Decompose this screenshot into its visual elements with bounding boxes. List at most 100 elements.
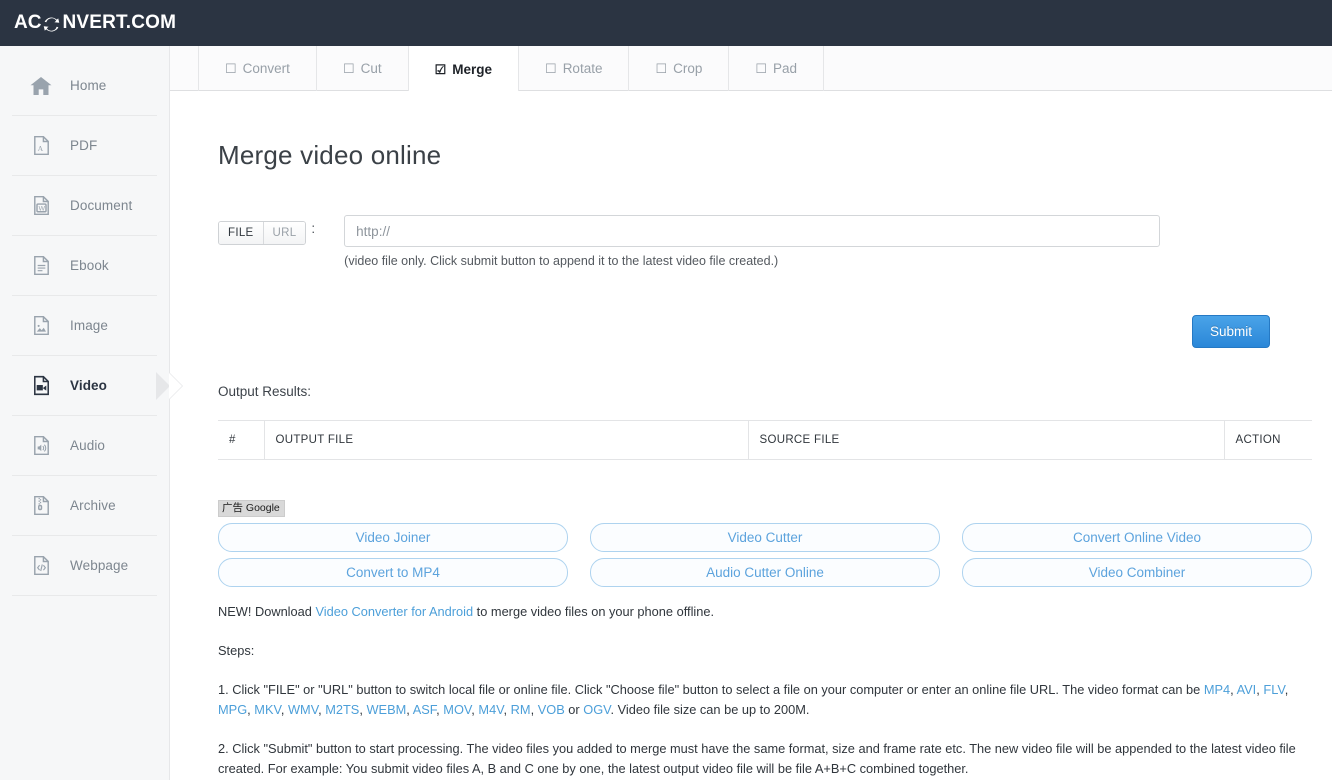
file-toggle-button[interactable]: FILE — [219, 222, 263, 244]
format-link-rm[interactable]: RM — [511, 702, 531, 717]
sidebar-item-document[interactable]: W Document — [12, 176, 157, 236]
tool-tabs-bar: ☐ Convert ☐ Cut ☑ Merge ☐ Rotate ☐ Crop … — [170, 46, 1332, 92]
format-link-mp4[interactable]: MP4 — [1204, 682, 1230, 697]
page-title: Merge video online — [218, 140, 442, 170]
sidebar-label: Archive — [70, 498, 116, 513]
output-results-table: # OUTPUT FILE SOURCE FILE ACTION — [218, 420, 1312, 460]
site-logo[interactable]: AC NVERT.COM — [14, 12, 176, 34]
format-link-flv[interactable]: FLV — [1263, 682, 1284, 697]
sidebar-item-pdf[interactable]: A PDF — [12, 116, 157, 176]
ebook-icon — [28, 253, 54, 279]
source-input-row: FILE URL : (video file only. Click submi… — [218, 215, 1332, 268]
sidebar-item-audio[interactable]: Audio — [12, 416, 157, 476]
ad-link-video-joiner[interactable]: Video Joiner — [218, 523, 568, 553]
format-link-m4v[interactable]: M4V — [478, 702, 503, 717]
tab-convert[interactable]: ☐ Convert — [198, 46, 317, 91]
sidebar-label: Webpage — [70, 558, 129, 573]
column-header-output-file: OUTPUT FILE — [263, 420, 748, 460]
tab-merge[interactable]: ☑ Merge — [408, 46, 520, 92]
format-link-mov[interactable]: MOV — [443, 702, 471, 717]
tool-tabs: ☐ Convert ☐ Cut ☑ Merge ☐ Rotate ☐ Crop … — [170, 46, 1332, 92]
sidebar-item-image[interactable]: Image — [12, 296, 157, 356]
circular-arrows-icon — [42, 15, 61, 34]
format-link-webm[interactable]: WEBM — [366, 702, 406, 717]
video-icon — [28, 373, 54, 399]
colon-separator: : — [311, 221, 316, 236]
step-1: 1. Click "FILE" or "URL" button to switc… — [218, 682, 1289, 718]
format-link-wmv[interactable]: WMV — [288, 702, 318, 717]
main-content: Merge video online FILE URL : (video fil… — [170, 91, 1332, 780]
pdf-file-icon: A — [28, 133, 54, 159]
tab-pad[interactable]: ☐ Pad — [729, 46, 825, 91]
format-link-mkv[interactable]: MKV — [254, 702, 281, 717]
step1-or: or — [564, 702, 584, 718]
sidebar-item-video[interactable]: Video — [12, 356, 182, 416]
sidebar-item-webpage[interactable]: Webpage — [12, 536, 157, 596]
submit-button[interactable]: Submit — [1191, 315, 1270, 348]
tab-crop[interactable]: ☐ Crop — [629, 46, 730, 91]
promo-line: NEW! Download Video Converter for Androi… — [218, 602, 1312, 622]
promo-suffix: to merge video files on your phone offli… — [473, 604, 715, 620]
tab-label: Cut — [360, 61, 382, 76]
tab-label: Rotate — [562, 61, 603, 76]
sidebar-label: Document — [70, 198, 133, 213]
image-icon — [28, 313, 54, 339]
android-app-link[interactable]: Video Converter for Android — [315, 604, 473, 619]
table-header-row: # OUTPUT FILE SOURCE FILE ACTION — [218, 420, 1312, 460]
promo-prefix: NEW! Download — [218, 604, 316, 620]
tab-rotate[interactable]: ☐ Rotate — [519, 46, 630, 91]
checkbox-checked-icon: ☑ — [434, 61, 447, 77]
home-icon — [28, 73, 54, 99]
checkbox-icon: ☐ — [655, 61, 668, 76]
format-link-ogv[interactable]: OGV — [583, 702, 610, 717]
sidebar-nav: Home A PDF W Document Ebook Image Video … — [0, 46, 182, 780]
url-toggle-button[interactable]: URL — [262, 222, 306, 244]
checkbox-icon: ☐ — [225, 61, 237, 76]
webpage-icon — [28, 553, 54, 579]
format-link-vob[interactable]: VOB — [538, 702, 565, 717]
format-link-mpg[interactable]: MPG — [218, 702, 247, 717]
sidebar-label: Image — [70, 318, 109, 333]
sidebar-label: PDF — [70, 138, 98, 153]
column-header-action: ACTION — [1223, 420, 1312, 460]
sidebar-label: Ebook — [70, 258, 109, 273]
tab-cut[interactable]: ☐ Cut — [317, 46, 409, 91]
sidebar-item-ebook[interactable]: Ebook — [12, 236, 157, 296]
format-link-m2ts[interactable]: M2TS — [325, 702, 359, 717]
sidebar-label: Video — [70, 378, 108, 393]
active-indicator-arrow — [169, 372, 182, 399]
column-header-source-file: SOURCE FILE — [747, 420, 1224, 460]
submit-row: Submit — [170, 315, 1284, 348]
sidebar-label: Audio — [70, 438, 106, 453]
step1-text-b: . Video file size can be up to 200M. — [610, 702, 810, 718]
source-type-toggle: FILE URL — [218, 221, 307, 245]
column-header-number: # — [218, 420, 264, 460]
checkbox-icon: ☐ — [755, 61, 768, 76]
url-field-wrap: (video file only. Click submit button to… — [344, 215, 1161, 268]
ad-zone: 广告 Google Video Joiner Video Cutter Conv… — [218, 498, 1312, 588]
instructions-copy: NEW! Download Video Converter for Androi… — [218, 602, 1312, 779]
ad-link-audio-cutter-online[interactable]: Audio Cutter Online — [590, 558, 940, 588]
ad-label: 广告 Google — [218, 500, 285, 518]
checkbox-icon: ☐ — [545, 61, 557, 76]
ad-link-convert-online-video[interactable]: Convert Online Video — [962, 523, 1312, 553]
svg-text:A: A — [37, 144, 43, 153]
ad-link-video-cutter[interactable]: Video Cutter — [590, 523, 940, 553]
sidebar-item-archive[interactable]: Archive — [12, 476, 157, 536]
sidebar-item-home[interactable]: Home — [12, 56, 157, 116]
checkbox-icon: ☐ — [342, 61, 355, 76]
output-results-label: Output Results: — [218, 384, 312, 399]
format-link-avi[interactable]: AVI — [1237, 682, 1257, 697]
logo-suffix-text: NVERT.COM — [62, 12, 177, 33]
format-link-asf[interactable]: ASF — [413, 702, 436, 717]
archive-icon — [28, 493, 54, 519]
sidebar-label: Home — [70, 78, 107, 93]
logo-prefix-text: AC — [14, 12, 42, 33]
ad-link-video-combiner[interactable]: Video Combiner — [962, 558, 1312, 588]
field-note: (video file only. Click submit button to… — [344, 254, 779, 268]
audio-icon — [28, 433, 54, 459]
top-header-bar: AC NVERT.COM — [0, 0, 1332, 46]
ad-link-convert-to-mp4[interactable]: Convert to MP4 — [218, 558, 568, 588]
word-doc-icon: W — [28, 193, 54, 219]
url-input[interactable] — [344, 215, 1161, 247]
